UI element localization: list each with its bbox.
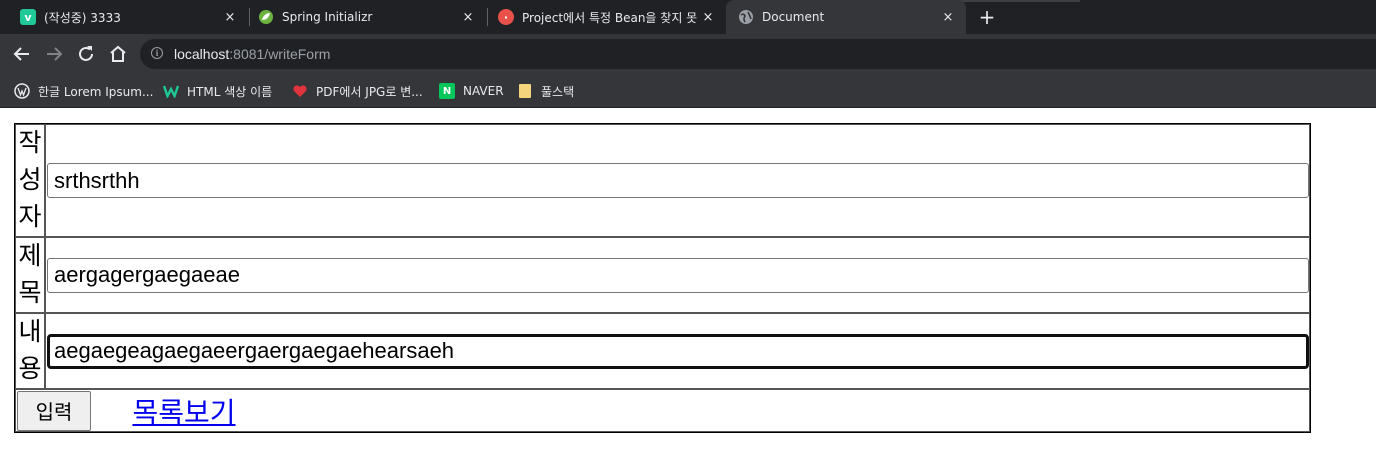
tab-title: Project에서 특정 Bean을 찾지 못	[522, 10, 698, 25]
writer-field-cell	[45, 124, 1310, 237]
address-bar[interactable]: i localhost:8081/writeForm	[140, 39, 1376, 69]
action-row: 입력 목록보기	[15, 389, 1310, 432]
tab-title: (작성중) 3333	[44, 10, 121, 25]
close-icon[interactable]: ×	[220, 10, 240, 25]
content-label: 내용	[15, 313, 45, 389]
wordpress-icon	[14, 83, 30, 99]
bookmark-naver[interactable]: N NAVER	[439, 82, 504, 100]
content-field-cell	[45, 313, 1310, 389]
tab-strip: v (작성중) 3333 × Spring Initializr × · Pro…	[0, 0, 1376, 34]
bookmark-folder-fullstack[interactable]: 풀스택	[517, 82, 574, 100]
action-cell: 입력 목록보기	[15, 389, 1310, 432]
back-button[interactable]	[10, 42, 34, 66]
bookmark-lorem-ipsum[interactable]: 한글 Lorem Ipsum...	[14, 82, 153, 100]
w-logo-icon	[163, 83, 179, 99]
title-field-cell	[45, 237, 1310, 313]
writer-label: 작성자	[15, 124, 45, 237]
address-host: localhost	[174, 46, 230, 62]
bookmark-label: PDF에서 JPG로 변...	[316, 84, 423, 99]
bookmark-label: HTML 색상 이름	[187, 84, 273, 99]
list-view-link[interactable]: 목록보기	[132, 391, 235, 431]
title-label-text: 제목	[18, 242, 42, 307]
tab-spring-initializr[interactable]: Spring Initializr ×	[246, 0, 486, 34]
naver-icon: N	[439, 83, 455, 99]
bookmark-label: 한글 Lorem Ipsum...	[38, 84, 154, 99]
writer-label-text: 작성자	[18, 129, 42, 231]
tab-title: Document	[762, 10, 825, 24]
spring-icon	[258, 9, 274, 25]
title-label: 제목	[15, 237, 45, 313]
folder-icon	[517, 83, 533, 99]
address-url[interactable]: localhost:8081/writeForm	[174, 46, 330, 62]
title-input[interactable]	[47, 257, 1309, 293]
forward-button[interactable]	[42, 42, 66, 66]
tab-title: Spring Initializr	[282, 10, 373, 24]
bookmark-label: NAVER	[463, 84, 504, 98]
reload-button[interactable]	[74, 42, 98, 66]
bookmarks-bar: 한글 Lorem Ipsum... HTML 색상 이름 PDF에서 JPG로 …	[0, 74, 1376, 108]
writer-input[interactable]	[47, 163, 1309, 198]
browser-toolbar: i localhost:8081/writeForm	[0, 34, 1376, 74]
write-form-table: 작성자 제목 내용 입력 목록보기	[14, 123, 1311, 433]
bookmark-label: 풀스택	[541, 84, 575, 99]
content-input[interactable]	[47, 333, 1309, 369]
page-content: 작성자 제목 내용 입력 목록보기	[0, 108, 1376, 472]
address-path: :8081/writeForm	[229, 46, 331, 62]
close-icon[interactable]: ×	[938, 10, 958, 25]
tab-velog[interactable]: v (작성중) 3333 ×	[8, 0, 248, 34]
title-row: 제목	[15, 237, 1310, 313]
submit-button[interactable]: 입력	[17, 390, 91, 431]
tab-project-bean[interactable]: · Project에서 특정 Bean을 찾지 못 ×	[486, 0, 726, 34]
content-row: 내용	[15, 313, 1310, 389]
writer-row: 작성자	[15, 124, 1310, 237]
home-button[interactable]	[106, 42, 130, 66]
tab-document[interactable]: Document ×	[726, 0, 966, 34]
info-icon[interactable]: i	[151, 47, 163, 59]
heart-icon	[292, 83, 308, 99]
new-tab-button[interactable]: +	[976, 6, 998, 28]
close-icon[interactable]: ×	[698, 10, 718, 25]
close-icon[interactable]: ×	[458, 10, 478, 25]
bookmark-html-colors[interactable]: HTML 색상 이름	[163, 82, 272, 100]
velog-icon: v	[20, 9, 36, 25]
globe-icon	[738, 9, 754, 25]
content-label-text: 내용	[18, 318, 42, 383]
bookmark-pdf-to-jpg[interactable]: PDF에서 JPG로 변...	[292, 82, 423, 100]
pinned-icon: ·	[498, 9, 514, 25]
